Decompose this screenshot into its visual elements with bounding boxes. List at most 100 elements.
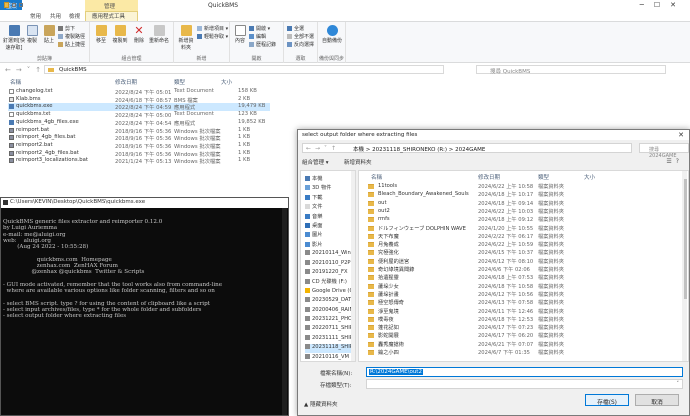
nav-item[interactable]: 20210110_P2P	[305, 259, 355, 269]
folder-row[interactable]: 影蛇開展 2024/6/17 下午 06:20 檔案資料夾	[367, 332, 667, 340]
column-header-type[interactable]: 類型	[538, 173, 549, 181]
nav-item[interactable]: 音樂	[305, 213, 355, 222]
file-row[interactable]: reimport2.bat 2018/9/16 下午 05:36 Windows 批…	[8, 142, 270, 150]
nav-item[interactable]: 20231221_PHO	[305, 316, 355, 325]
nav-item[interactable]: CD 光碟機 (F:)	[305, 278, 355, 287]
folder-row[interactable]: 噗毒夜 2024/6/18 下午 12:53 檔案資料夾	[367, 316, 667, 324]
nav-item[interactable]: 20231118_SHIR	[305, 344, 355, 354]
file-row[interactable]: reimport2_4gb_files.bat 2018/9/16 下午 05:3…	[8, 150, 270, 158]
dialog-address-bar[interactable]: ←→˅↑ 本機 > 20231118_SHIRONEKO (R:) > 2024G…	[302, 143, 632, 153]
file-row[interactable]: quickbms.exe 2022/8/24 下午 04:59 應用程式 19,479…	[8, 103, 270, 111]
console-scrollbar[interactable]	[282, 208, 287, 415]
close-icon[interactable]: ✕	[678, 131, 684, 139]
folder-row[interactable]: out 2024/6/18 上午 09:14 檔案資料夾	[367, 200, 667, 208]
nav-arrows[interactable]: ←→˅↑	[5, 66, 46, 74]
file-row[interactable]: Klab.bms 2024/6/18 下午 08:57 BMS 檔案 2 KB	[8, 96, 270, 104]
folder-row[interactable]: 蓬花記如 2024/6/17 下午 07:23 檔案資料夾	[367, 324, 667, 332]
history-button[interactable]: 歷程記錄	[249, 41, 276, 48]
select-none-button[interactable]: 全部不選	[287, 33, 314, 40]
folder-row[interactable]: 鑰之小四 2024/6/7 下午 01:35 檔案資料夾	[367, 349, 667, 357]
nav-scrollbar[interactable]	[351, 171, 355, 361]
file-row[interactable]: changelog.txt 2022/8/24 下午 05:01 Text Docu…	[8, 88, 270, 96]
copy-button[interactable]: 複製	[25, 25, 39, 44]
folder-row[interactable]: rmfs 2024/6/18 上午 09:12 檔案資料夾	[367, 216, 667, 224]
move-to-button[interactable]: 移至	[93, 25, 109, 44]
folder-row[interactable]: ドルフィンウェーブ DOLPHIN WAVE 2024/1/20 上午 10:55…	[367, 225, 667, 233]
nav-item[interactable]: 20210114_Win	[305, 250, 355, 259]
easy-access-button[interactable]: 輕鬆存取 ▾	[197, 33, 228, 40]
tab-view[interactable]: 檢視	[69, 12, 80, 21]
folder-row[interactable]: 11tools 2024/6/22 上午 10:58 檔案資料夾	[367, 183, 667, 191]
column-header-size[interactable]: 大小	[584, 173, 595, 181]
column-header-size[interactable]: 大小	[221, 78, 232, 86]
folder-row[interactable]: Bleach_Boundary_Awakened_Souls 2024/6/18 …	[367, 191, 667, 199]
folder-row[interactable]: 拾遺猩靈 2024/6/18 上午 07:53 檔案資料夾	[367, 274, 667, 282]
folder-row[interactable]: 蘆垛計畫 2024/6/12 下午 10:56 檔案資料夾	[367, 291, 667, 299]
column-header-date[interactable]: 修改日期	[478, 173, 500, 181]
nav-item[interactable]: 圖片	[305, 231, 355, 240]
nav-item[interactable]: 桌面	[305, 222, 355, 231]
nav-item[interactable]: 影片	[305, 241, 355, 250]
file-row[interactable]: reimport.bat 2018/9/16 下午 05:36 Windows 批次…	[8, 127, 270, 135]
nav-item[interactable]: 20191220_FX	[305, 269, 355, 278]
save-button[interactable]: 存檔(S)	[585, 394, 629, 406]
new-item-button[interactable]: 新增項目 ▾	[197, 25, 228, 32]
file-row[interactable]: reimport_4gb_files.bat 2018/9/16 下午 05:36…	[8, 134, 270, 142]
tab-share[interactable]: 共用	[50, 12, 61, 21]
folder-row[interactable]: 蘆垛少女 2024/6/18 下午 10:58 檔案資料夾	[367, 283, 667, 291]
nav-item[interactable]: 20210116_VM	[305, 353, 355, 361]
nav-item[interactable]: 20220711_SHIP	[305, 325, 355, 334]
folder-row[interactable]: 轟秀魔搶術 2024/6/21 下午 07:07 檔案資料夾	[367, 341, 667, 349]
copy-path-button[interactable]: 複製路徑	[58, 33, 85, 40]
folder-row[interactable]: 月兔養成 2024/6/22 上午 10:59 檔案資料夾	[367, 241, 667, 249]
folder-row[interactable]: 極空怒傳奇 2024/6/13 下午 07:58 檔案資料夾	[367, 299, 667, 307]
cut-button[interactable]: 剪下	[58, 25, 75, 32]
column-header-date[interactable]: 修改日期	[115, 78, 137, 86]
file-row[interactable]: reimport3_localizations.bat 2021/1/24 下午 …	[8, 157, 270, 165]
properties-quick-icon[interactable]	[12, 3, 16, 7]
organize-button[interactable]: 組合管理 ▾	[302, 158, 329, 166]
pin-button[interactable]: 釘選到[快速存取]	[3, 25, 25, 51]
folder-row[interactable]: 天下布魔 2024/2/22 下午 06:17 檔案資料夾	[367, 233, 667, 241]
nav-item[interactable]: 20231111_SHIP	[305, 334, 355, 344]
paste-shortcut-button[interactable]: 貼上捷徑	[58, 41, 85, 48]
file-row[interactable]: quickbms_4gb_files.exe 2022/8/24 下午 04:54…	[8, 119, 270, 127]
view-options-icon[interactable]: ☰?	[666, 158, 683, 165]
delete-button[interactable]: ✕ 刪除	[132, 25, 146, 44]
nav-item[interactable]: 本機	[305, 175, 355, 184]
column-header-name[interactable]: 名稱	[10, 78, 21, 86]
window-controls[interactable]: ─☐✕	[640, 1, 686, 9]
dialog-search-box[interactable]: 搜尋 2024GAME	[639, 143, 689, 159]
folder-row[interactable]: 淨至鬼境 2024/6/11 下午 12:46 檔案資料夾	[367, 308, 667, 316]
new-folder-button[interactable]: 新增資料夾	[344, 158, 372, 166]
list-scroll-thumb[interactable]	[684, 179, 687, 299]
filename-input[interactable]: R:\2024GAME\out2	[366, 367, 683, 377]
folder-row[interactable]: 奇幻綠境異聞錄 2024/6/6 下午 02:06 檔案資料夾	[367, 266, 667, 274]
properties-button[interactable]: 內容	[233, 25, 247, 44]
nav-item[interactable]: 20200406_RAIN	[305, 306, 355, 316]
tab-home[interactable]: 常用	[30, 12, 41, 21]
search-box[interactable]: 搜尋 QuickBMS	[476, 65, 666, 75]
console-window[interactable]: C:\Users\KEVIN\Desktop\QuickBMS\quickbms…	[0, 197, 289, 416]
folder-row[interactable]: 便利屋的迷宮 2024/6/12 下午 08:10 檔案資料夾	[367, 258, 667, 266]
nav-item[interactable]: 3D 物件	[305, 184, 355, 193]
folder-row[interactable]: 究極強化 2024/6/15 下午 10:37 檔案資料夾	[367, 249, 667, 257]
edit-button[interactable]: 編輯	[249, 33, 266, 40]
nav-item[interactable]: 20230529_DAT	[305, 297, 355, 306]
folder-row[interactable]: out2 2024/6/22 上午 10:03 檔案資料夾	[367, 208, 667, 216]
new-folder-quick-icon[interactable]	[19, 3, 23, 7]
paste-button[interactable]: 貼上	[42, 25, 56, 44]
tab-app-tools[interactable]: 應用程式工具	[92, 12, 125, 21]
nav-item[interactable]: Google Drive (G:)	[305, 287, 355, 297]
filetype-select[interactable]: ˅	[366, 379, 683, 389]
auto-backup-button[interactable]: 自動備份	[321, 25, 343, 44]
open-button[interactable]: 開啟 ▾	[249, 25, 270, 32]
column-header-name[interactable]: 名稱	[371, 173, 382, 181]
hide-folders-toggle[interactable]: ▲ 隱藏資料夾	[304, 400, 337, 408]
new-folder-button[interactable]: 新增資料夾	[177, 25, 195, 51]
cancel-button[interactable]: 取消	[635, 394, 679, 406]
nav-item[interactable]: 下載	[305, 194, 355, 203]
copy-to-button[interactable]: 複製到	[112, 25, 128, 44]
file-row[interactable]: quickbms.txt 2022/8/24 下午 05:00 Text Docum…	[8, 111, 270, 119]
nav-item[interactable]: 文件	[305, 203, 355, 212]
